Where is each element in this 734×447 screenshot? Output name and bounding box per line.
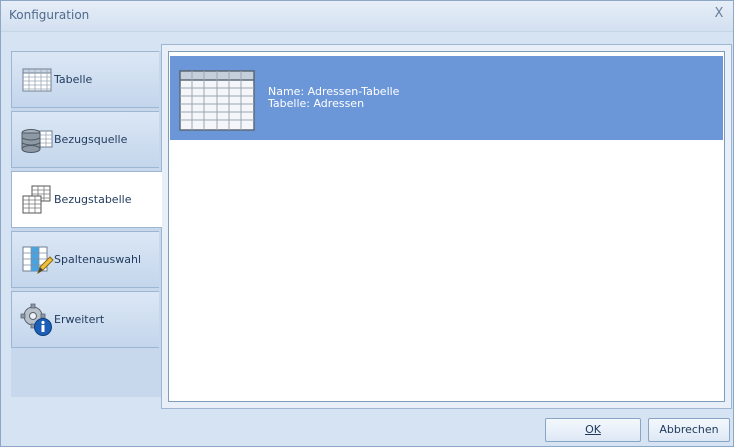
related-tables-icon <box>22 185 51 213</box>
sidebar-item-bezugstabelle[interactable]: Bezugstabelle <box>11 171 162 228</box>
title-bar: Konfiguration X <box>1 1 733 32</box>
database-icon <box>21 128 53 153</box>
sidebar-nav: Tabelle Bezugsquelle Bezugstabelle Spalt… <box>11 51 162 397</box>
relation-list: Name: Adressen-Tabelle Tabelle: Adressen <box>168 51 725 402</box>
close-icon[interactable]: X <box>711 6 727 22</box>
cancel-button[interactable]: Abbrechen <box>648 418 730 442</box>
sidebar-item-spaltenauswahl[interactable]: Spaltenauswahl <box>11 231 159 288</box>
list-item-text: Name: Adressen-Tabelle Tabelle: Adressen <box>268 86 399 110</box>
configuration-dialog: Konfiguration X Tabelle Bezugsquelle Bez… <box>0 0 734 447</box>
sidebar-item-label: Erweitert <box>54 313 105 326</box>
sidebar-item-label: Tabelle <box>54 73 93 86</box>
item-table: Tabelle: Adressen <box>268 97 365 110</box>
column-select-pencil-icon <box>22 246 54 274</box>
sidebar-item-label: Spaltenauswahl <box>54 253 142 266</box>
sidebar-item-tabelle[interactable]: Tabelle <box>11 51 159 108</box>
table-grid-icon <box>179 70 255 131</box>
gear-info-icon <box>20 303 52 336</box>
sidebar-item-label: Bezugsquelle <box>54 133 128 146</box>
sidebar-item-erweitert[interactable]: Erweitert <box>11 291 159 348</box>
sidebar-item-label: Bezugstabelle <box>54 193 132 206</box>
ok-button-label: OK <box>585 423 601 436</box>
list-item[interactable]: Name: Adressen-Tabelle Tabelle: Adressen <box>170 56 723 140</box>
window-title: Konfiguration <box>9 8 90 22</box>
ok-button[interactable]: OK <box>545 418 641 442</box>
sidebar-item-bezugsquelle[interactable]: Bezugsquelle <box>11 111 159 168</box>
content-panel: Name: Adressen-Tabelle Tabelle: Adressen <box>161 44 732 409</box>
table-grid-icon <box>22 68 52 91</box>
